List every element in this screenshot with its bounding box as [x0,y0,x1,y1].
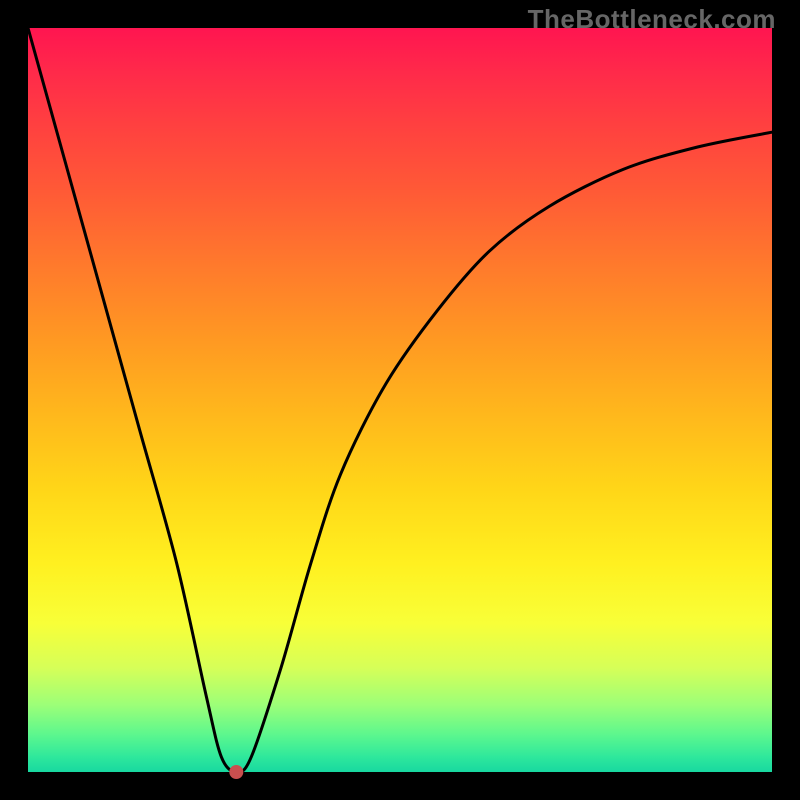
bottleneck-curve [28,28,772,772]
optimum-marker [229,765,243,779]
plot-area [28,28,772,772]
chart-frame: TheBottleneck.com [0,0,800,800]
watermark-text: TheBottleneck.com [528,4,776,35]
curve-layer [28,28,772,772]
